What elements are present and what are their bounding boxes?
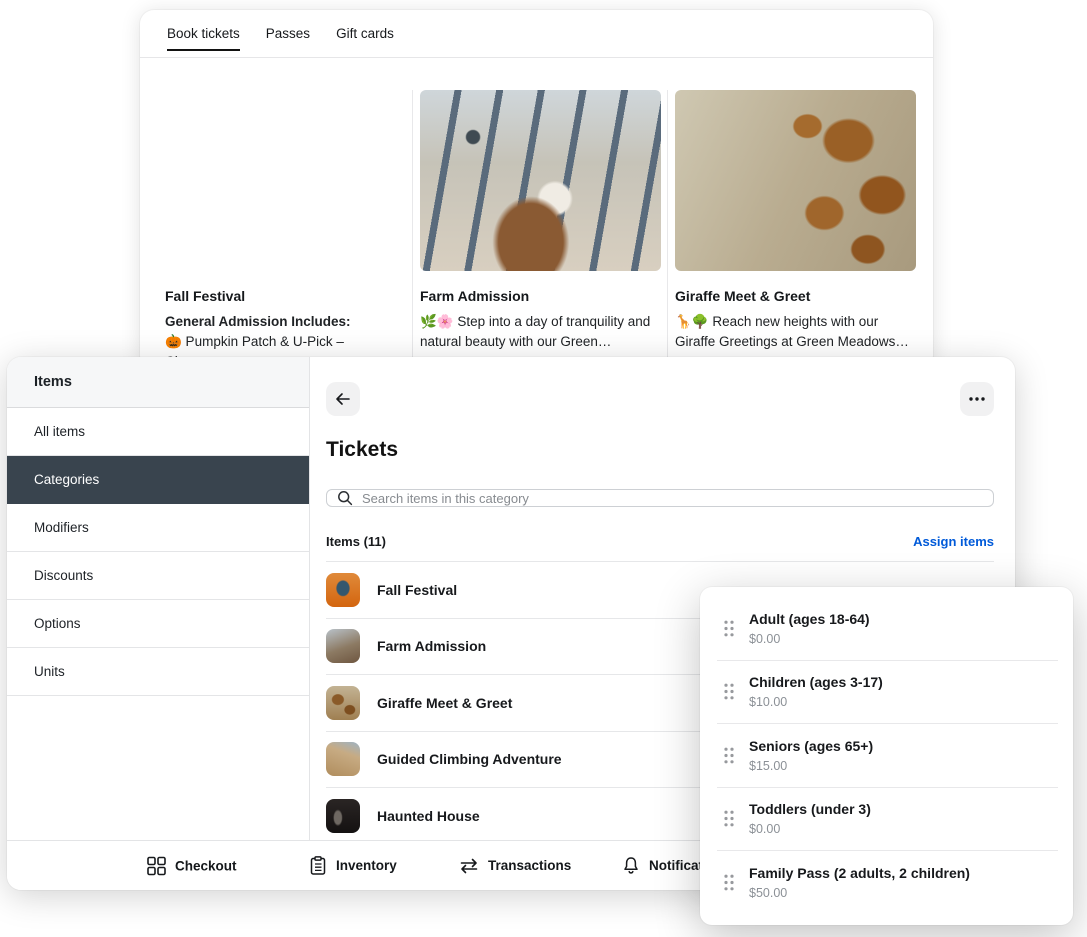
items-count-label: Items (11) <box>326 534 386 549</box>
booking-window: Book tickets Passes Gift cards Fall Fest… <box>140 10 933 370</box>
variation-row-toddlers[interactable]: Toddlers (under 3) $0.00 <box>717 788 1058 851</box>
grid-icon <box>147 856 166 875</box>
more-options-button[interactable] <box>960 382 994 416</box>
item-name: Guided Climbing Adventure <box>377 751 562 767</box>
variation-name: Toddlers (under 3) <box>749 801 871 817</box>
variation-price: $50.00 <box>749 886 970 900</box>
variation-row-adult[interactable]: Adult (ages 18-64) $0.00 <box>717 597 1058 660</box>
variation-name: Family Pass (2 adults, 2 children) <box>749 865 970 881</box>
transfer-arrows-icon <box>459 858 479 874</box>
sidebar-item-options[interactable]: Options <box>7 600 309 648</box>
back-arrow-icon <box>335 391 351 407</box>
sidebar-item-modifiers[interactable]: Modifiers <box>7 504 309 552</box>
sidebar-item-categories[interactable]: Categories <box>7 456 309 504</box>
bell-icon <box>622 856 640 876</box>
card-title: Giraffe Meet & Greet <box>675 288 916 304</box>
ticket-variations-panel: Adult (ages 18-64) $0.00 Children (ages … <box>700 587 1073 925</box>
drag-handle-icon[interactable] <box>724 874 734 891</box>
search-icon <box>337 490 353 506</box>
ticket-card-farm-admission[interactable]: Farm Admission 🌿🌸 Step into a day of tra… <box>413 90 668 370</box>
card-description: 🌿🌸 Step into a day of tranquility and na… <box>420 312 660 352</box>
variation-name: Seniors (ages 65+) <box>749 738 873 754</box>
assign-items-link[interactable]: Assign items <box>913 534 994 549</box>
nav-item-inventory[interactable]: Inventory <box>309 856 397 876</box>
ellipsis-icon <box>969 397 985 401</box>
variation-price: $0.00 <box>749 632 870 646</box>
item-thumbnail <box>326 742 360 776</box>
item-name: Giraffe Meet & Greet <box>377 695 512 711</box>
card-title: Fall Festival <box>165 288 405 304</box>
drag-handle-icon[interactable] <box>724 683 734 700</box>
variation-name: Children (ages 3-17) <box>749 674 883 690</box>
ticket-card-giraffe-meet-greet[interactable]: Giraffe Meet & Greet 🦒🌳 Reach new height… <box>668 90 923 370</box>
nav-label: Transactions <box>488 858 571 873</box>
item-name: Haunted House <box>377 808 480 824</box>
nav-item-transactions[interactable]: Transactions <box>459 858 571 874</box>
nav-label: Checkout <box>175 858 237 873</box>
item-thumbnail <box>326 629 360 663</box>
fall-festival-photo <box>165 90 406 271</box>
tab-passes[interactable]: Passes <box>266 26 310 41</box>
item-name: Fall Festival <box>377 582 457 598</box>
booking-tabbar: Book tickets Passes Gift cards <box>140 10 933 58</box>
drag-handle-icon[interactable] <box>724 620 734 637</box>
page-title: Tickets <box>326 438 994 462</box>
variation-price: $10.00 <box>749 695 883 709</box>
variation-price: $0.00 <box>749 822 871 836</box>
variation-row-seniors[interactable]: Seniors (ages 65+) $15.00 <box>717 724 1058 787</box>
farm-admission-photo <box>420 90 661 271</box>
item-name: Farm Admission <box>377 638 486 654</box>
sidebar-title: Items <box>7 357 309 408</box>
item-thumbnail <box>326 799 360 833</box>
back-button[interactable] <box>326 382 360 416</box>
category-search[interactable] <box>326 489 994 507</box>
clipboard-icon <box>309 856 327 876</box>
tab-book-tickets[interactable]: Book tickets <box>167 26 240 41</box>
variation-row-family-pass[interactable]: Family Pass (2 adults, 2 children) $50.0… <box>717 851 1058 914</box>
sidebar-item-all-items[interactable]: All items <box>7 408 309 456</box>
ticket-card-fall-festival[interactable]: Fall Festival General Admission Includes… <box>158 90 413 370</box>
card-description-line: General Admission Includes: <box>165 312 405 332</box>
tab-gift-cards[interactable]: Gift cards <box>336 26 394 41</box>
drag-handle-icon[interactable] <box>724 747 734 764</box>
search-input[interactable] <box>362 491 983 506</box>
item-thumbnail <box>326 686 360 720</box>
variation-price: $15.00 <box>749 759 873 773</box>
screen: Book tickets Passes Gift cards Fall Fest… <box>0 0 1087 937</box>
variation-row-children[interactable]: Children (ages 3-17) $10.00 <box>717 661 1058 724</box>
card-description: 🦒🌳 Reach new heights with our Giraffe Gr… <box>675 312 916 352</box>
items-sidebar: Items All items Categories Modifiers Dis… <box>7 357 310 840</box>
nav-label: Inventory <box>336 858 397 873</box>
card-title: Farm Admission <box>420 288 660 304</box>
ticket-card-list: Fall Festival General Admission Includes… <box>140 58 933 370</box>
variation-name: Adult (ages 18-64) <box>749 611 870 627</box>
nav-item-checkout[interactable]: Checkout <box>147 856 237 875</box>
giraffe-photo <box>675 90 916 271</box>
sidebar-item-discounts[interactable]: Discounts <box>7 552 309 600</box>
drag-handle-icon[interactable] <box>724 810 734 827</box>
item-thumbnail <box>326 573 360 607</box>
sidebar-item-units[interactable]: Units <box>7 648 309 696</box>
